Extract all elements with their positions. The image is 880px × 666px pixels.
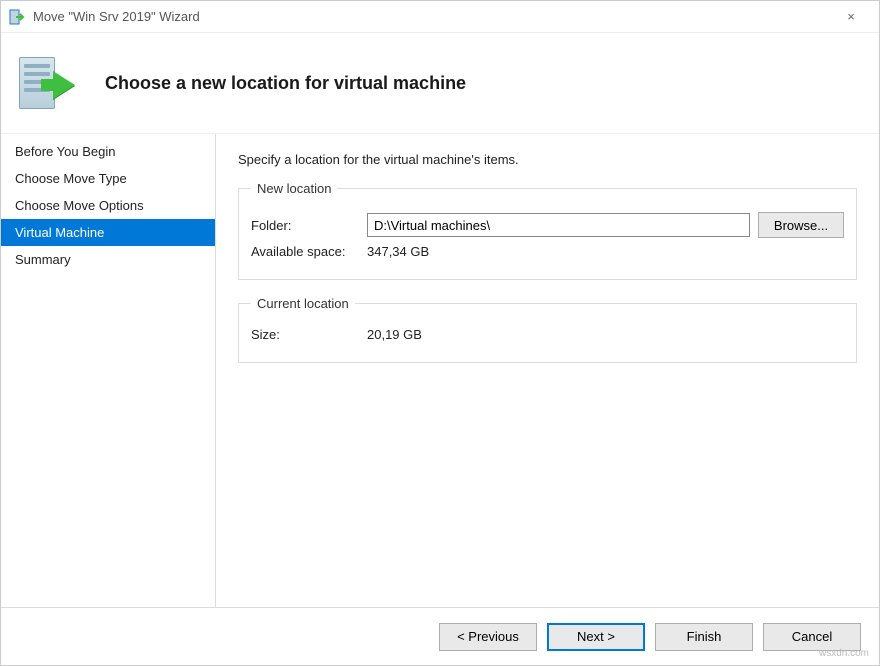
current-location-legend: Current location [251,296,355,311]
instruction-text: Specify a location for the virtual machi… [238,152,857,167]
wizard-footer: < Previous Next > Finish Cancel [1,607,879,665]
sidebar-item-choose-move-type[interactable]: Choose Move Type [1,165,215,192]
previous-button[interactable]: < Previous [439,623,537,651]
size-value: 20,19 GB [367,327,422,342]
step-sidebar: Before You Begin Choose Move Type Choose… [1,134,216,607]
titlebar: Move "Win Srv 2019" Wizard × [1,1,879,33]
wizard-header-icon [15,53,85,113]
app-icon [9,9,25,25]
folder-label: Folder: [251,218,367,233]
sidebar-item-before-you-begin[interactable]: Before You Begin [1,138,215,165]
finish-button[interactable]: Finish [655,623,753,651]
watermark: wsxdn.com [819,648,869,659]
browse-button[interactable]: Browse... [758,212,844,238]
close-button[interactable]: × [831,9,871,24]
sidebar-item-virtual-machine[interactable]: Virtual Machine [1,219,215,246]
current-location-group: Current location Size: 20,19 GB [238,296,857,363]
size-label: Size: [251,327,367,342]
wizard-body: Before You Begin Choose Move Type Choose… [1,134,879,607]
wizard-window: Move "Win Srv 2019" Wizard × Choose a ne… [0,0,880,666]
folder-input[interactable] [367,213,750,237]
sidebar-item-choose-move-options[interactable]: Choose Move Options [1,192,215,219]
content-panel: Specify a location for the virtual machi… [216,134,879,607]
available-space-value: 347,34 GB [367,244,429,259]
page-title: Choose a new location for virtual machin… [105,73,466,94]
wizard-header: Choose a new location for virtual machin… [1,33,879,134]
new-location-legend: New location [251,181,337,196]
available-space-label: Available space: [251,244,367,259]
sidebar-item-summary[interactable]: Summary [1,246,215,273]
window-title: Move "Win Srv 2019" Wizard [33,9,200,24]
new-location-group: New location Folder: Browse... Available… [238,181,857,280]
cancel-button[interactable]: Cancel [763,623,861,651]
next-button[interactable]: Next > [547,623,645,651]
